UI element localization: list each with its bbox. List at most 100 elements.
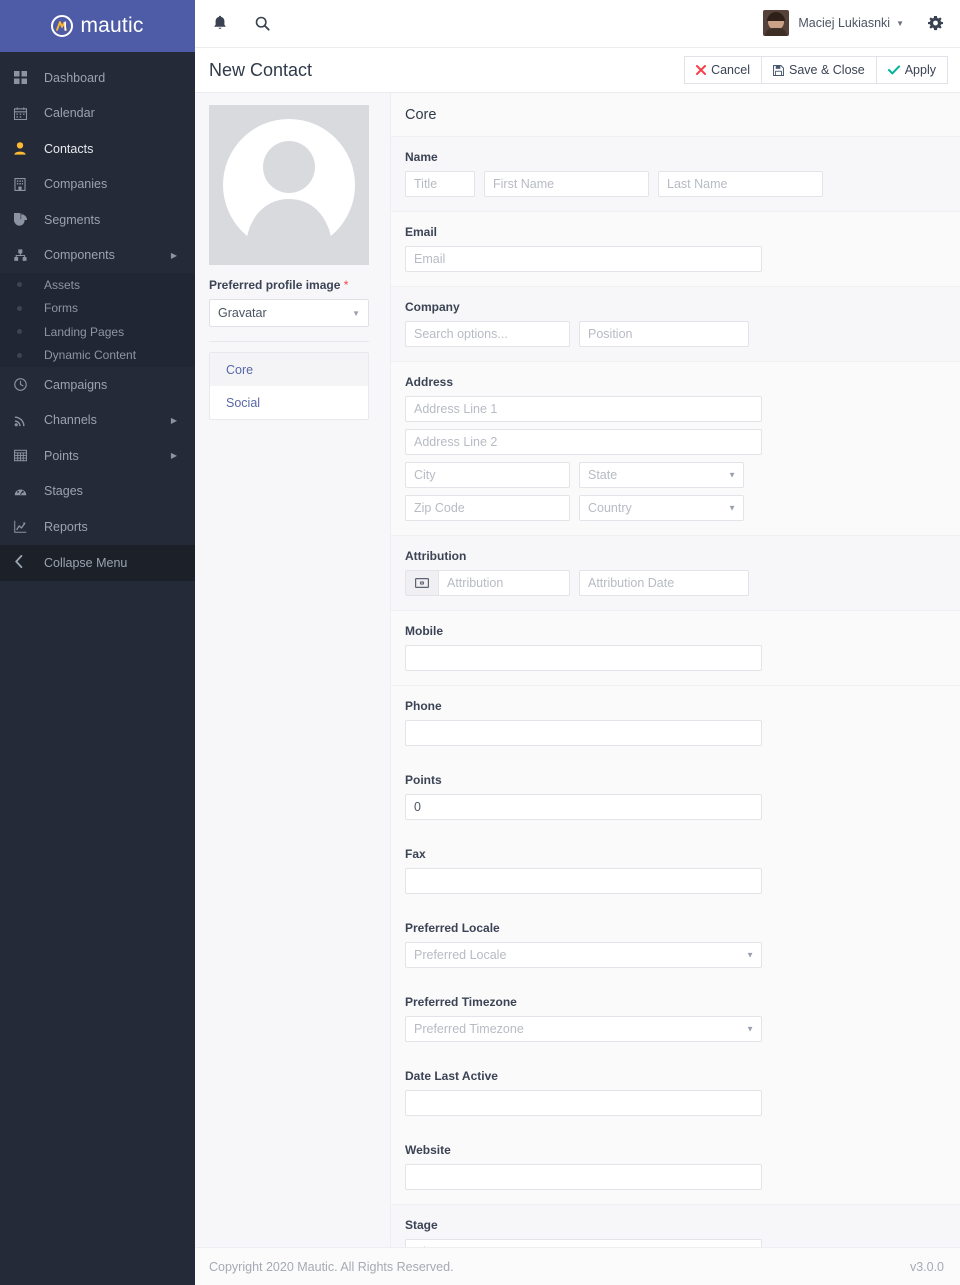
sidebar-subitem-landing-pages[interactable]: Landing Pages — [0, 320, 195, 344]
x-icon — [696, 65, 707, 76]
last-name-input[interactable] — [658, 171, 823, 198]
title-input[interactable] — [405, 171, 475, 198]
sidebar-item-reports[interactable]: Reports — [0, 509, 195, 545]
email-input[interactable] — [405, 246, 762, 273]
form-group-phone: Phone — [391, 686, 960, 761]
points-input[interactable] — [405, 794, 762, 821]
sidebar-item-stages[interactable]: Stages — [0, 474, 195, 510]
apply-button[interactable]: Apply — [875, 56, 948, 85]
sidebar-item-points[interactable]: Points ▶ — [0, 438, 195, 474]
name-label: Name — [405, 150, 438, 165]
channels-icon — [14, 414, 36, 427]
website-input[interactable] — [405, 1164, 762, 1191]
date-last-active-input[interactable] — [405, 1090, 762, 1117]
company-row — [405, 321, 944, 348]
form-group-points: Points — [391, 760, 960, 835]
chevron-right-icon: ▶ — [170, 451, 177, 461]
required-marker: * — [343, 278, 349, 293]
sidebar-item-label: Calendar — [44, 106, 95, 121]
tab-core[interactable]: Core — [210, 353, 368, 387]
sidebar-item-channels[interactable]: Channels ▶ — [0, 403, 195, 439]
form-group-preferred-locale: Preferred Locale Preferred Locale ▼ — [391, 908, 960, 983]
sidebar-item-campaigns[interactable]: Campaigns — [0, 367, 195, 403]
tab-core-label: Core — [226, 362, 254, 377]
sidebar-item-label: Reports — [44, 519, 88, 534]
sidebar-subitem-label: Dynamic Content — [44, 348, 137, 363]
preferred-profile-image-text: Preferred profile image — [209, 278, 341, 293]
city-input[interactable] — [405, 462, 570, 489]
apply-button-label: Apply — [904, 63, 936, 78]
address-line2-input[interactable] — [405, 429, 762, 456]
bell-icon[interactable] — [209, 12, 231, 34]
company-search-input[interactable] — [405, 321, 570, 348]
mobile-label: Mobile — [405, 624, 443, 639]
zip-code-input[interactable] — [405, 495, 570, 522]
fax-label: Fax — [405, 847, 426, 862]
tab-social[interactable]: Social — [210, 386, 368, 419]
sidebar-item-dashboard[interactable]: Dashboard — [0, 60, 195, 96]
name-row — [405, 171, 944, 198]
search-icon[interactable] — [251, 12, 273, 34]
user-menu[interactable]: Maciej Lukiasnki ▼ — [763, 10, 904, 37]
sidebar-item-calendar[interactable]: Calendar — [0, 96, 195, 132]
gear-icon[interactable] — [924, 12, 946, 34]
check-icon — [887, 65, 900, 75]
cancel-button[interactable]: Cancel — [684, 56, 761, 85]
save-and-close-button-label: Save & Close — [788, 63, 865, 78]
dashboard-icon — [14, 71, 36, 85]
sidebar-item-components[interactable]: Components ▶ — [0, 238, 195, 274]
address-line1-input[interactable] — [405, 396, 762, 423]
attribution-date-input[interactable] — [579, 570, 749, 597]
mobile-input[interactable] — [405, 645, 762, 672]
sidebar-subitem-forms[interactable]: Forms — [0, 297, 195, 321]
chevron-down-icon: ▼ — [728, 470, 736, 480]
reports-icon — [14, 520, 36, 534]
left-panel-divider — [209, 341, 369, 343]
bullet-icon — [14, 282, 36, 288]
sidebar-subitem-assets[interactable]: Assets — [0, 273, 195, 297]
footer-version: v3.0.0 — [909, 1259, 944, 1274]
sidebar-item-segments[interactable]: Segments — [0, 202, 195, 238]
form-section-title: Core — [405, 107, 437, 124]
sidebar-item-contacts[interactable]: Contacts — [0, 131, 195, 167]
email-label: Email — [405, 225, 438, 240]
brand-logo[interactable]: mautic — [0, 0, 195, 52]
chevron-left-icon — [14, 554, 36, 571]
stage-label: Stage — [405, 1218, 438, 1233]
segments-icon — [14, 213, 36, 226]
sidebar-subitem-label: Forms — [44, 301, 78, 316]
country-select-value: Country — [588, 501, 632, 516]
fax-input[interactable] — [405, 868, 762, 895]
position-input[interactable] — [579, 321, 749, 348]
sidebar-item-label: Campaigns — [44, 377, 108, 392]
preferred-locale-select[interactable]: Preferred Locale ▼ — [405, 942, 762, 969]
preferred-profile-image-value: Gravatar — [218, 306, 267, 321]
bullet-icon — [14, 329, 36, 335]
collapse-menu-button[interactable]: Collapse Menu — [0, 544, 195, 581]
profile-image-preview — [209, 105, 369, 266]
sidebar-item-companies[interactable]: Companies — [0, 167, 195, 203]
sidebar-item-label: Contacts — [44, 141, 94, 156]
sidebar-item-label: Dashboard — [44, 70, 106, 85]
preferred-locale-value: Preferred Locale — [414, 948, 507, 963]
stage-select[interactable]: Choose one... ▼ — [405, 1239, 762, 1248]
save-and-close-button[interactable]: Save & Close — [760, 56, 876, 85]
chevron-down-icon: ▼ — [352, 308, 360, 318]
first-name-input[interactable] — [484, 171, 649, 198]
form-group-attribution: Attribution — [391, 536, 960, 612]
address-label: Address — [405, 375, 454, 390]
chevron-down-icon: ▼ — [746, 950, 754, 960]
user-name: Maciej Lukiasnki — [798, 16, 891, 31]
bullet-icon — [14, 352, 36, 358]
points-icon — [14, 449, 36, 462]
country-select[interactable]: Country ▼ — [579, 495, 744, 522]
sidebar-subitem-dynamic-content[interactable]: Dynamic Content — [0, 344, 195, 368]
form-group-name: Name — [391, 137, 960, 213]
preferred-timezone-select[interactable]: Preferred Timezone ▼ — [405, 1016, 762, 1043]
phone-input[interactable] — [405, 720, 762, 747]
attribution-input[interactable] — [438, 570, 570, 597]
points-label: Points — [405, 773, 442, 788]
footer-copyright: Copyright 2020 Mautic. All Rights Reserv… — [209, 1259, 454, 1274]
preferred-profile-image-select[interactable]: Gravatar ▼ — [209, 299, 369, 328]
state-select[interactable]: State ▼ — [579, 462, 744, 489]
